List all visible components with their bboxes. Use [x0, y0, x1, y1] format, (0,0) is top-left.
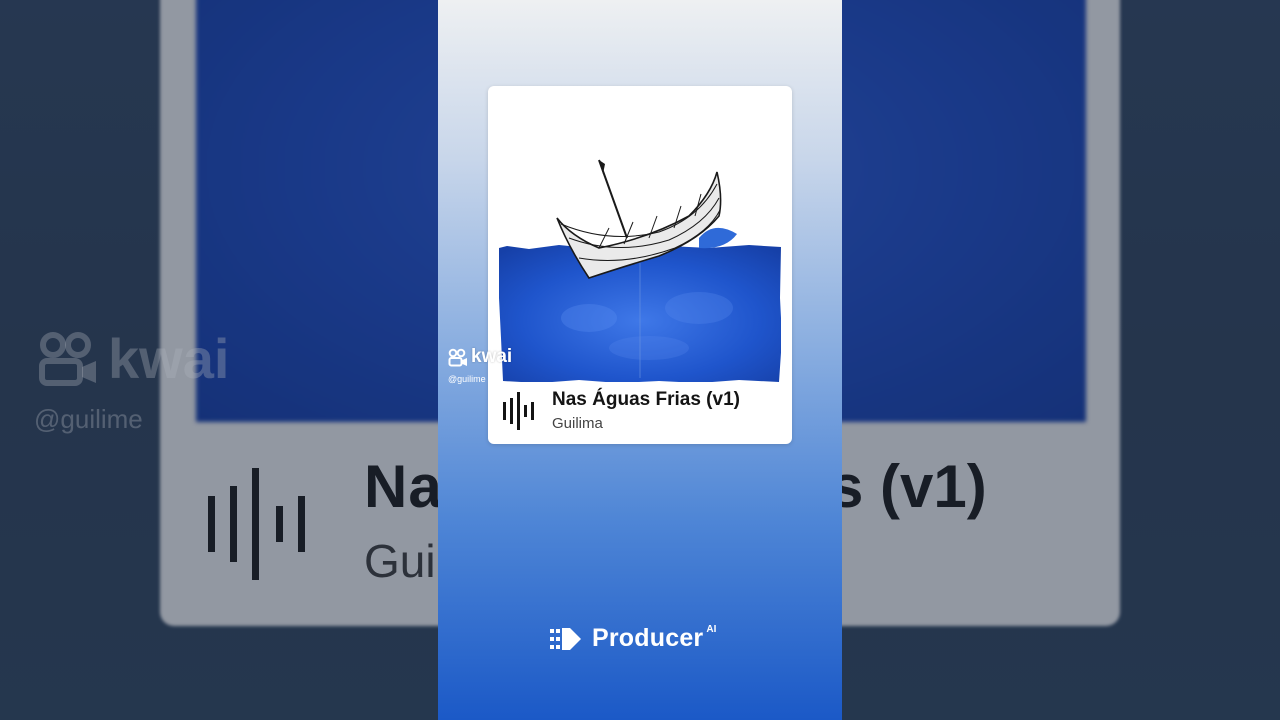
producer-logo-icon — [550, 627, 581, 650]
kwai-logo-icon — [448, 348, 467, 366]
song-title: Nas Águas Frias (v1) — [552, 389, 740, 410]
song-card[interactable]: Nas Águas Frias (v1) Guilima — [488, 86, 792, 444]
producer-brand-text: Producer — [592, 624, 704, 652]
producer-ai-superscript: AI — [706, 624, 717, 635]
kwai-watermark: kwai — [448, 346, 512, 368]
producer-ai-logo: Producer AI — [550, 624, 716, 653]
kwai-handle: @guilime — [448, 374, 486, 384]
kwai-text: kwai — [471, 346, 513, 367]
video-panel: Nas Águas Frias (v1) Guilima kwai @guili… — [438, 0, 842, 720]
waveform-icon — [503, 392, 534, 430]
cover-artwork — [499, 98, 781, 382]
song-artist: Guilima — [552, 415, 603, 432]
